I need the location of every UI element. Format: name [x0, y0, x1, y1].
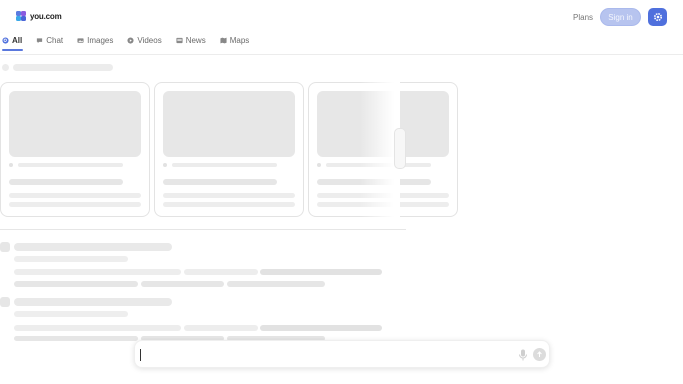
logo[interactable]: you.com — [16, 11, 62, 21]
skeleton-line — [14, 269, 181, 275]
play-icon — [127, 36, 134, 44]
search-circle-icon — [2, 36, 9, 44]
logo-icon — [16, 11, 26, 21]
search-bar — [134, 340, 550, 368]
skeleton-line — [184, 269, 258, 275]
skeleton-card — [0, 82, 150, 217]
tab-videos[interactable]: Videos — [127, 34, 162, 46]
skeleton-dot — [317, 163, 321, 167]
tab-label: Chat — [46, 35, 64, 45]
send-button[interactable] — [533, 348, 546, 361]
skeleton-line — [260, 325, 382, 331]
plans-link[interactable]: Plans — [573, 13, 593, 22]
skeleton-line — [14, 336, 138, 341]
tab-label: All — [12, 35, 23, 45]
skeleton-dot — [2, 64, 9, 71]
skeleton-favicon — [0, 242, 10, 252]
tab-maps[interactable]: Maps — [220, 34, 250, 46]
skeleton-image — [163, 91, 295, 157]
tab-label: Maps — [229, 35, 250, 45]
send-icon — [537, 351, 542, 357]
top-header: you.com Plans Sign in — [0, 0, 683, 32]
skeleton-line — [172, 163, 277, 167]
skeleton-line — [141, 281, 224, 287]
skeleton-line — [163, 179, 277, 185]
tab-news[interactable]: News — [176, 34, 206, 46]
skeleton-line — [9, 179, 123, 185]
chat-bubble-icon — [37, 37, 43, 43]
signin-button[interactable]: Sign in — [600, 8, 641, 26]
skeleton-line — [9, 202, 141, 207]
skeleton-title — [14, 298, 172, 306]
skeleton-heading — [13, 64, 113, 71]
logo-text: you.com — [30, 11, 62, 21]
skeleton-title — [14, 243, 172, 251]
settings-button[interactable] — [648, 8, 667, 26]
map-icon — [220, 37, 227, 43]
skeleton-line — [227, 281, 325, 287]
tab-chat[interactable]: Chat — [36, 34, 63, 46]
skeleton-line — [18, 163, 123, 167]
skeleton-line — [9, 193, 141, 198]
skeleton-url — [14, 311, 128, 317]
skeleton-url — [14, 256, 128, 262]
skeleton-dot — [9, 163, 13, 167]
image-icon — [77, 37, 84, 43]
skeleton-line — [14, 281, 138, 287]
skeleton-line — [163, 202, 295, 207]
microphone-icon[interactable] — [518, 349, 528, 361]
carousel-scroll-button[interactable] — [394, 128, 406, 169]
skeleton-dot — [163, 163, 167, 167]
header-divider — [0, 54, 683, 55]
tab-label: Videos — [137, 35, 162, 45]
tab-label: Images — [87, 35, 114, 45]
newspaper-icon — [176, 37, 183, 43]
tab-label: News — [185, 35, 206, 45]
tab-all[interactable]: All — [2, 34, 24, 51]
section-divider — [0, 229, 406, 230]
gear-icon — [653, 12, 662, 22]
skeleton-line — [163, 193, 295, 198]
tab-images[interactable]: Images — [77, 34, 113, 46]
skeleton-favicon — [0, 297, 10, 307]
skeleton-line — [184, 325, 258, 331]
skeleton-card — [154, 82, 304, 217]
skeleton-line — [14, 325, 181, 331]
search-input[interactable] — [141, 346, 511, 364]
skeleton-image — [9, 91, 141, 157]
search-tabs: All Chat Images Videos News Maps — [2, 34, 250, 51]
skeleton-line — [260, 269, 382, 275]
